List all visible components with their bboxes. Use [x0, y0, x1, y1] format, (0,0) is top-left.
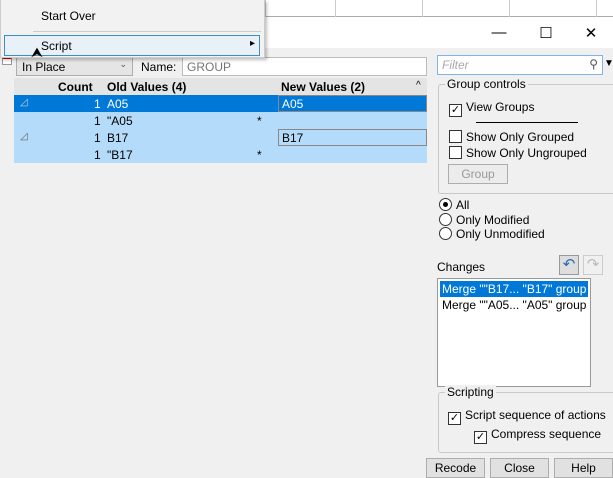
submenu-arrow-icon: ▸ [249, 38, 255, 49]
view-filter-radio-group: All Only Modified Only Unmodified [439, 198, 545, 242]
divider [476, 122, 578, 123]
undo-button[interactable]: ↶ [559, 255, 579, 275]
search-icon: ⚲ [589, 57, 598, 71]
modified-marker: * [257, 114, 262, 128]
menu-separator [33, 31, 261, 32]
maximize-button[interactable]: ☐ [523, 17, 569, 48]
name-label: Name: [141, 60, 177, 74]
help-button[interactable]: Help [554, 458, 613, 478]
group-controls-title: Group controls [445, 77, 528, 91]
checkbox-label: Script sequence of actions [465, 408, 606, 422]
old-value-cell: "A05 [107, 114, 133, 128]
checkmark-icon: ✓ [448, 412, 461, 425]
new-value-cell[interactable]: A05 [278, 95, 427, 112]
checkbox-label: Show Only Ungrouped [466, 146, 587, 160]
filter-dropdown-arrow-icon[interactable]: ▼ [604, 58, 613, 69]
table-header: Count Old Values (4) New Values (2) ^ [14, 78, 427, 95]
menu-item-start-over[interactable]: Start Over [41, 9, 96, 23]
recode-button[interactable]: Recode [426, 458, 485, 478]
changes-label: Changes [437, 260, 486, 274]
show-only-grouped-checkbox[interactable]: Show Only Grouped [449, 130, 574, 144]
checkbox-label: Compress sequence [491, 427, 602, 441]
checkmark-icon: ✓ [449, 104, 462, 117]
header-count[interactable]: Count [58, 80, 93, 94]
table-row[interactable]: ◿ 1 B17 B17 [14, 129, 427, 146]
chevron-down-icon: ⌄ [119, 59, 127, 69]
minimize-button[interactable]: — [476, 17, 522, 48]
group-button[interactable]: Group [448, 164, 508, 184]
table-row[interactable]: 1 "A05 * [14, 112, 427, 129]
count-cell: 1 [94, 131, 101, 145]
header-old-values[interactable]: Old Values (4) [107, 80, 186, 94]
change-item[interactable]: Merge ""B17... "B17" group [440, 281, 588, 297]
modified-marker: * [257, 148, 262, 162]
show-only-ungrouped-checkbox[interactable]: Show Only Ungrouped [449, 146, 587, 160]
change-item[interactable]: Merge ""A05... "A05" group [440, 297, 588, 313]
old-value-cell: A05 [107, 97, 129, 111]
filter-input[interactable]: Filter ⚲ [437, 55, 603, 75]
group-triangle-icon[interactable]: ◿ [20, 97, 28, 108]
radio-only-unmodified[interactable]: Only Unmodified [439, 227, 545, 242]
count-cell: 1 [94, 148, 101, 162]
context-menu: Start Over Script ▸ ⮝ [0, 0, 265, 60]
old-value-cell: "B17 [107, 148, 133, 162]
view-groups-checkbox[interactable]: ✓ View Groups [449, 100, 534, 117]
group-controls-panel: Group controls ✓ View Groups Show Only Gr… [438, 77, 613, 194]
header-new-values[interactable]: New Values (2) [281, 80, 365, 94]
red-triangle-menu-icon[interactable] [2, 57, 12, 65]
redo-button[interactable]: ↷ [583, 255, 603, 275]
checkbox-label: Show Only Grouped [466, 130, 575, 144]
script-sequence-checkbox[interactable]: ✓ Script sequence of actions [448, 408, 606, 425]
mode-value: In Place [22, 60, 66, 74]
radio-label: Only Modified [456, 212, 530, 227]
table-row[interactable]: 1 "B17 * [14, 146, 427, 163]
recode-table: Count Old Values (4) New Values (2) ^ ◿ 1… [14, 78, 427, 163]
filter-placeholder: Filter [442, 58, 469, 72]
radio-only-modified[interactable]: Only Modified [439, 212, 545, 228]
close-window-button[interactable]: ✕ [568, 17, 613, 48]
menu-item-label: Script [41, 39, 72, 53]
radio-all[interactable]: All [439, 198, 545, 213]
count-cell: 1 [94, 114, 101, 128]
close-button[interactable]: Close [490, 458, 549, 478]
scripting-panel: Scripting ✓ Script sequence of actions ✓ C… [438, 385, 613, 453]
mouse-cursor-icon: ⮝ [31, 44, 43, 60]
scripting-title: Scripting [445, 385, 496, 399]
name-input[interactable] [182, 57, 427, 76]
checkmark-icon: ✓ [474, 431, 487, 444]
old-value-cell: B17 [107, 131, 129, 145]
changes-list: Merge ""B17... "B17" group Merge ""A05..… [437, 278, 591, 387]
group-triangle-icon[interactable]: ◿ [20, 131, 28, 142]
table-row[interactable]: ◿ 1 A05 A05 [14, 95, 427, 112]
new-value-cell[interactable]: B17 [278, 129, 427, 146]
count-cell: 1 [94, 97, 101, 111]
radio-label: All [456, 198, 470, 212]
compress-sequence-checkbox[interactable]: ✓ Compress sequence [474, 427, 601, 444]
sort-up-icon[interactable]: ^ [416, 80, 421, 91]
radio-label: Only Unmodified [456, 227, 545, 241]
checkbox-label: View Groups [466, 100, 535, 114]
